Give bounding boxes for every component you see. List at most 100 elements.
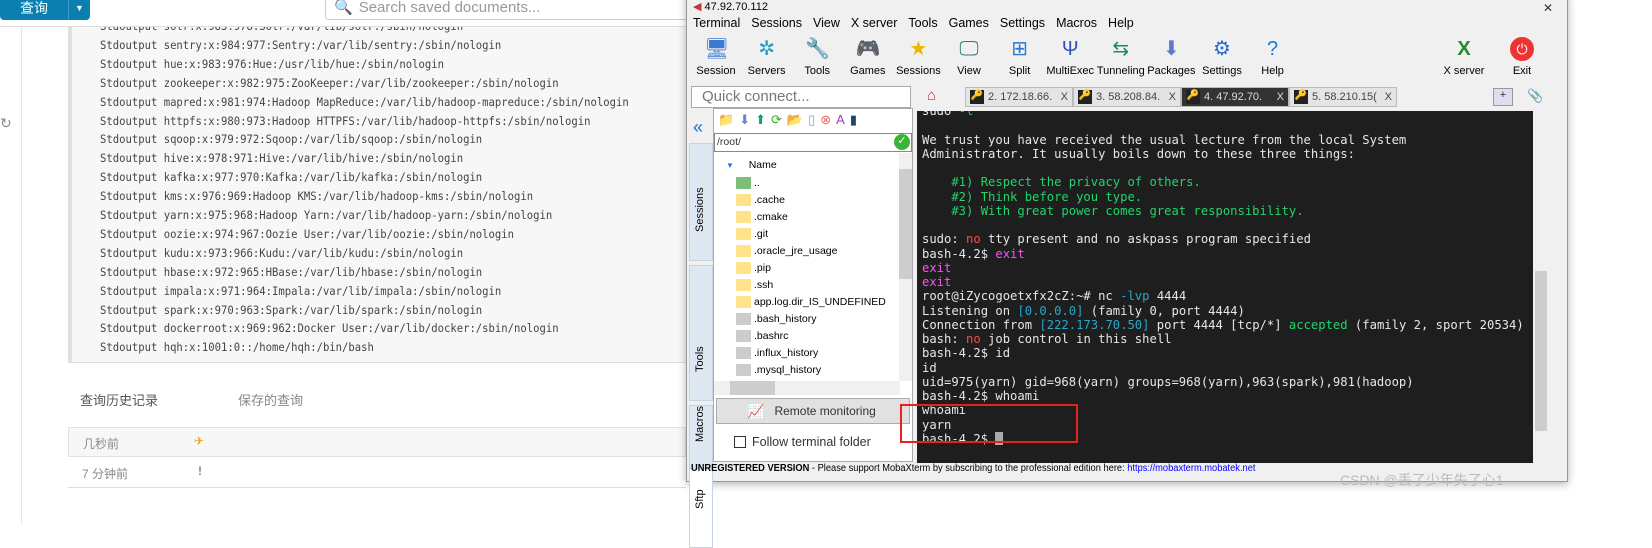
file-item[interactable]: .oracle_jre_usage xyxy=(736,245,837,257)
session-tab[interactable]: 🔑 3. 58.208.84. X xyxy=(1073,87,1181,107)
close-tab-icon[interactable]: X xyxy=(1385,91,1392,103)
history-row[interactable]: 7 分钟前! xyxy=(68,458,686,488)
toolbar-multiexec-button[interactable]: Ψ MultiExec xyxy=(1045,37,1095,77)
xserver-button[interactable]: X X server xyxy=(1439,37,1489,77)
window-close-button[interactable]: ✕ xyxy=(1543,1,1553,15)
terminal-scrollbar[interactable] xyxy=(1533,111,1549,463)
toolbar-settings-button[interactable]: ⚙ Settings xyxy=(1197,37,1247,77)
new-file-icon[interactable]: ▯ xyxy=(808,112,815,128)
file-item[interactable]: .cache xyxy=(736,194,785,206)
file-icon xyxy=(736,313,751,325)
terminal-text: #3) With great power comes great respons… xyxy=(922,203,1304,218)
upload-icon[interactable]: ⬆ xyxy=(755,112,766,128)
toolbar-view-button[interactable]: 🖵 View xyxy=(944,37,994,77)
quick-connect-input[interactable]: Quick connect... xyxy=(691,86,911,108)
file-item[interactable]: .git xyxy=(736,228,768,240)
menu-view[interactable]: View xyxy=(813,16,840,30)
delete-icon[interactable]: ⊗ xyxy=(820,112,831,128)
file-item[interactable]: .. xyxy=(736,177,760,189)
output-line: Stdoutput kudu:x:973:966:Kudu:/var/lib/k… xyxy=(100,245,464,260)
terminal-text: 4444 xyxy=(1149,289,1187,304)
menu-tools[interactable]: Tools xyxy=(908,16,937,30)
terminal-text: no xyxy=(966,332,981,346)
path-input[interactable]: /root/ xyxy=(714,133,912,152)
name-column-header[interactable]: ▼ Name xyxy=(726,159,777,171)
file-item[interactable]: .pip xyxy=(736,262,771,274)
collapse-icon[interactable]: « xyxy=(693,117,703,138)
menu-help[interactable]: Help xyxy=(1108,16,1134,30)
output-line: Stdoutput hqh:x:1001:0::/home/hqh:/bin/b… xyxy=(100,340,374,355)
history-row[interactable]: 几秒前 ✈ xyxy=(68,427,686,457)
toolbar-tunneling-button[interactable]: ⇆ Tunneling xyxy=(1096,37,1146,77)
file-scrollbar[interactable] xyxy=(899,153,912,381)
highlight-box xyxy=(900,404,1078,443)
chevron-down-icon[interactable]: ▼ xyxy=(68,0,90,20)
remote-monitoring-button[interactable]: 📈 Remote monitoring xyxy=(716,398,910,424)
toolbar-help-button[interactable]: ? Help xyxy=(1248,37,1298,77)
menu-x-server[interactable]: X server xyxy=(851,16,898,30)
mobatek-link[interactable]: https://mobaxterm.mobatek.net xyxy=(1127,463,1255,474)
menu-settings[interactable]: Settings xyxy=(1000,16,1045,30)
file-item[interactable]: .bashrc xyxy=(736,330,788,342)
session-tab[interactable]: 🔑 2. 172.18.66. X xyxy=(965,87,1073,107)
left-toolbar: ↻ xyxy=(0,27,22,524)
file-item[interactable]: app.log.dir_IS_UNDEFINED xyxy=(736,296,886,308)
file-item[interactable]: .cmake xyxy=(736,211,788,223)
permissions-icon[interactable]: ▮ xyxy=(850,112,857,128)
file-name: .influx_history xyxy=(754,347,819,359)
checkbox[interactable] xyxy=(734,436,746,448)
close-tab-icon[interactable]: X xyxy=(1169,91,1176,103)
file-item[interactable]: .influx_history xyxy=(736,347,818,359)
tab-history[interactable]: 查询历史记录 xyxy=(80,390,158,409)
tab-saved-queries[interactable]: 保存的查询 xyxy=(238,390,303,409)
side-tab-sessions[interactable]: Sessions xyxy=(689,143,713,261)
close-tab-icon[interactable]: X xyxy=(1061,91,1068,103)
terminal-text: bash-4.2$ id xyxy=(922,346,1011,361)
query-button[interactable]: 查询 ▼ xyxy=(0,0,90,20)
terminal-text: (family 0, port 4444) xyxy=(1083,303,1245,318)
file-item[interactable]: .bash_history xyxy=(736,313,816,325)
menu-terminal[interactable]: Terminal xyxy=(693,16,740,30)
toolbar-games-button[interactable]: 🎮 Games xyxy=(843,37,893,77)
query-label: 查询 xyxy=(20,0,48,16)
output-line: Stdoutput yarn:x:975:968:Hadoop Yarn:/va… xyxy=(100,208,553,222)
follow-folder-checkbox[interactable]: Follow terminal folder xyxy=(734,435,871,449)
refresh-icon[interactable]: ⟳ xyxy=(771,112,782,128)
new-folder-icon[interactable]: 📂 xyxy=(787,112,803,128)
search-input[interactable]: 🔍 Search saved documents... xyxy=(325,0,695,20)
file-item[interactable]: .mysql_history xyxy=(736,364,821,376)
session-tab[interactable]: 🔑 5. 58.210.15(X xyxy=(1289,87,1397,107)
exit-button[interactable]: ⏻ Exit xyxy=(1497,37,1547,77)
toolbar-label: Session xyxy=(696,65,736,77)
menu-sessions[interactable]: Sessions xyxy=(751,16,802,30)
home-tab-icon[interactable]: ⌂ xyxy=(927,87,936,104)
terminal-text: port 4444 [tcp/*] xyxy=(1149,317,1289,332)
toolbar-label: Settings xyxy=(1202,65,1242,77)
file-item[interactable]: .ssh xyxy=(736,279,773,291)
attach-icon[interactable]: 📎 xyxy=(1527,88,1543,104)
terminal-text: Connection from xyxy=(922,317,1040,332)
toolbar-sessions-button[interactable]: ★ Sessions xyxy=(893,37,943,77)
menu-games[interactable]: Games xyxy=(949,16,989,30)
menu-macros[interactable]: Macros xyxy=(1056,16,1097,30)
side-tab-sftp[interactable]: Sftp xyxy=(689,468,713,548)
toolbar-packages-button[interactable]: ⬇ Packages xyxy=(1146,37,1196,77)
toolbar-session-button[interactable]: 🖥 Session xyxy=(691,37,741,77)
toolbar-tools-button[interactable]: 🔧 Tools xyxy=(792,37,842,77)
terminal-text: no xyxy=(966,232,981,247)
new-tab-button[interactable]: + xyxy=(1493,88,1513,106)
rename-icon[interactable]: A xyxy=(836,112,845,128)
terminal-line: bash-4.2$ id xyxy=(922,346,1010,360)
file-hscrollbar[interactable] xyxy=(714,381,900,395)
close-tab-icon[interactable]: X xyxy=(1277,91,1284,103)
file-name: .mysql_history xyxy=(754,364,822,376)
side-tab-tools[interactable]: Tools xyxy=(689,265,713,401)
toolbar-servers-button[interactable]: ✲ Servers xyxy=(742,37,792,77)
refresh-icon[interactable]: ↻ xyxy=(0,115,12,132)
side-tab-macros[interactable]: Macros xyxy=(689,405,713,471)
parent-folder-icon[interactable]: 📁 xyxy=(718,112,734,128)
download-icon[interactable]: ⬇ xyxy=(739,112,750,128)
session-tab[interactable]: 🔑 4. 47.92.70. X xyxy=(1181,87,1289,107)
check-icon[interactable]: ✓ xyxy=(894,134,910,150)
toolbar-split-button[interactable]: ⊞ Split xyxy=(995,37,1045,77)
